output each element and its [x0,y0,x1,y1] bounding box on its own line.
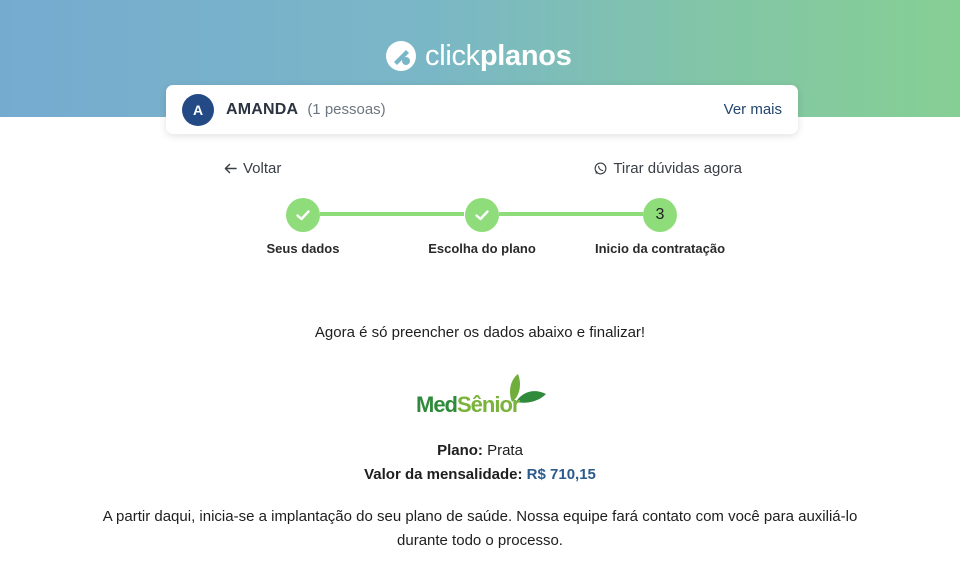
implementation-notice: A partir daqui, inicia-se a implantação … [102,508,858,549]
intro-text: Agora é só preencher os dados abaixo e f… [314,324,646,341]
people-count: (1 pessoas) [307,101,386,118]
progress-stepper: 3 Seus dados Escolha do plano Inicio da … [0,198,960,262]
operator-logo: MedSênior [414,372,548,420]
user-name: AMANDA [226,100,299,118]
step-label: Seus dados [266,241,340,256]
step-label: Inicio da contratação [594,241,726,256]
avatar: A [182,93,214,126]
fee-value: R$ 710,15 [526,466,596,483]
whatsapp-help-link[interactable]: Tirar dúvidas agora [594,160,742,177]
arrow-left-icon [224,163,237,173]
plan-label: Plano: [437,442,483,459]
step-connector [499,212,643,216]
check-icon [296,210,310,221]
plan-value: Prata [487,442,523,459]
monthly-fee: Valor da mensalidade: R$ 710,15 [0,466,960,483]
step-connector [320,212,464,216]
plan-info: Plano: Prata [0,442,960,459]
clickplanos-logo[interactable]: clickplanos [385,38,572,74]
operator-wordmark: MedSênior [416,392,520,417]
back-link[interactable]: Voltar [224,160,281,177]
check-icon [475,210,489,221]
clickplanos-logo-icon [386,41,416,71]
beneficiary-card: A AMANDA (1 pessoas) Ver mais [166,85,798,134]
step-label: Escolha do plano [428,241,536,256]
action-row: Voltar Tirar dúvidas agora [224,158,742,178]
fee-label: Valor da mensalidade: [364,466,523,483]
step-3-indicator: 3 [643,198,677,232]
help-label: Tirar dúvidas agora [613,159,742,177]
step-number: 3 [655,206,665,223]
back-label: Voltar [243,159,282,177]
step-2-indicator [465,198,499,232]
whatsapp-icon [594,162,607,174]
see-more-link[interactable]: Ver mais [724,101,782,118]
step-1-indicator [286,198,320,232]
logo-wordmark: clickplanos [425,39,572,72]
